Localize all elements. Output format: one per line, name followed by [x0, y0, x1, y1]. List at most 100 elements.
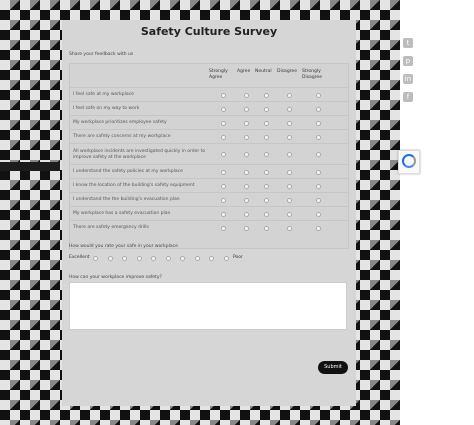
matrix-cell — [277, 169, 302, 175]
matrix-row: My workplace prioritizes employee safety — [70, 115, 348, 130]
rating-radio[interactable] — [165, 256, 171, 261]
likert-radio[interactable] — [263, 211, 269, 217]
rating-radio[interactable] — [122, 256, 127, 261]
likert-radio[interactable] — [220, 183, 226, 189]
likert-radio[interactable] — [220, 225, 226, 231]
matrix-cell — [302, 134, 335, 140]
likert-radio[interactable] — [220, 106, 226, 112]
twitter-icon[interactable]: t — [403, 38, 413, 48]
matrix-row: My workplace has a safety evacuation pla… — [70, 206, 348, 221]
matrix-cell — [237, 134, 255, 140]
matrix-cell — [255, 152, 277, 157]
likert-radio[interactable] — [316, 169, 321, 175]
likert-radio[interactable] — [243, 211, 249, 217]
likert-radio[interactable] — [243, 134, 249, 140]
matrix-cell — [237, 152, 255, 157]
rating-radio[interactable] — [107, 256, 113, 261]
likert-radio[interactable] — [263, 92, 269, 98]
likert-radio[interactable] — [287, 152, 292, 157]
likert-radio[interactable] — [263, 152, 269, 157]
likert-radio[interactable] — [287, 225, 292, 231]
likert-radio[interactable] — [316, 225, 321, 231]
matrix-cell — [302, 225, 335, 231]
likert-radio[interactable] — [263, 197, 269, 203]
matrix-cell — [209, 169, 237, 175]
likert-radio[interactable] — [287, 120, 292, 126]
likert-radio[interactable] — [287, 92, 292, 98]
likert-radio[interactable] — [287, 197, 292, 203]
likert-radio[interactable] — [243, 169, 249, 175]
likert-radio[interactable] — [220, 169, 226, 175]
likert-radio[interactable] — [263, 169, 269, 175]
likert-radio[interactable] — [243, 152, 249, 157]
likert-radio[interactable] — [316, 197, 321, 203]
likert-radio[interactable] — [287, 183, 292, 189]
likert-radio[interactable] — [316, 183, 321, 189]
submit-button[interactable]: Submit — [318, 361, 348, 374]
rating-question: How would you rate your safe in your wor… — [69, 244, 178, 249]
likert-radio[interactable] — [243, 92, 249, 98]
pinterest-icon[interactable]: p — [403, 56, 413, 66]
rating-radio[interactable] — [223, 256, 229, 261]
recaptcha-badge[interactable] — [398, 150, 420, 174]
likert-radio[interactable] — [316, 120, 321, 126]
likert-radio[interactable] — [243, 197, 249, 203]
matrix-cell — [237, 169, 255, 175]
likert-radio[interactable] — [316, 152, 321, 157]
matrix-column-header: Agree — [237, 69, 251, 74]
social-share-bar: t p in f — [399, 38, 417, 122]
matrix-cell — [302, 152, 335, 157]
likert-radio[interactable] — [243, 225, 249, 231]
rating-radio[interactable] — [136, 256, 142, 261]
improve-textarea[interactable] — [69, 282, 347, 330]
rating-radio[interactable] — [209, 256, 214, 261]
matrix-row: I feel safe at my workplace — [70, 87, 348, 102]
matrix-cell — [302, 211, 335, 217]
matrix-row: There are safety emergency drills — [70, 220, 348, 235]
improve-question: How can your workplace improve safety? — [69, 275, 162, 280]
likert-radio[interactable] — [220, 197, 226, 203]
matrix-cell — [209, 106, 237, 112]
matrix-statement: My workplace has a safety evacuation pla… — [73, 211, 171, 216]
likert-radio[interactable] — [316, 211, 321, 217]
linkedin-icon[interactable]: in — [403, 74, 413, 84]
facebook-icon[interactable]: f — [403, 92, 413, 102]
matrix-cell — [237, 92, 255, 98]
rating-radio[interactable] — [151, 256, 156, 261]
likert-radio[interactable] — [243, 183, 249, 189]
likert-radio[interactable] — [220, 92, 226, 98]
likert-radio[interactable] — [220, 152, 226, 157]
matrix-row: There are safety concerns at my workplac… — [70, 129, 348, 144]
likert-radio[interactable] — [263, 183, 269, 189]
likert-radio[interactable] — [316, 134, 321, 140]
likert-radio[interactable] — [263, 134, 269, 140]
matrix-column-header: Strongly Disagree — [302, 69, 322, 80]
matrix-statement: There are safety concerns at my workplac… — [73, 134, 171, 139]
likert-radio[interactable] — [287, 211, 292, 217]
likert-radio[interactable] — [316, 106, 321, 112]
rating-radio[interactable] — [194, 256, 200, 261]
matrix-cell — [255, 120, 277, 126]
likert-radio[interactable] — [287, 169, 292, 175]
likert-radio[interactable] — [287, 106, 292, 112]
matrix-cell — [209, 120, 237, 126]
side-label[interactable] — [0, 162, 60, 171]
matrix-cell — [255, 225, 277, 231]
likert-radio[interactable] — [263, 225, 269, 231]
likert-radio[interactable] — [287, 134, 292, 140]
matrix-column-header: Disagree — [277, 69, 297, 74]
likert-radio[interactable] — [263, 106, 269, 112]
likert-radio[interactable] — [316, 92, 321, 98]
likert-radio[interactable] — [243, 106, 249, 112]
likert-radio[interactable] — [243, 120, 249, 126]
likert-radio[interactable] — [263, 120, 269, 126]
matrix-cell — [237, 225, 255, 231]
likert-radio[interactable] — [220, 134, 226, 140]
matrix-row: I understand the safety policies at my w… — [70, 164, 348, 179]
matrix-cell — [277, 120, 302, 126]
rating-radio[interactable] — [180, 256, 185, 261]
likert-radio[interactable] — [220, 120, 226, 126]
likert-radio[interactable] — [220, 211, 226, 217]
matrix-cell — [302, 120, 335, 126]
rating-radio[interactable] — [93, 256, 98, 261]
